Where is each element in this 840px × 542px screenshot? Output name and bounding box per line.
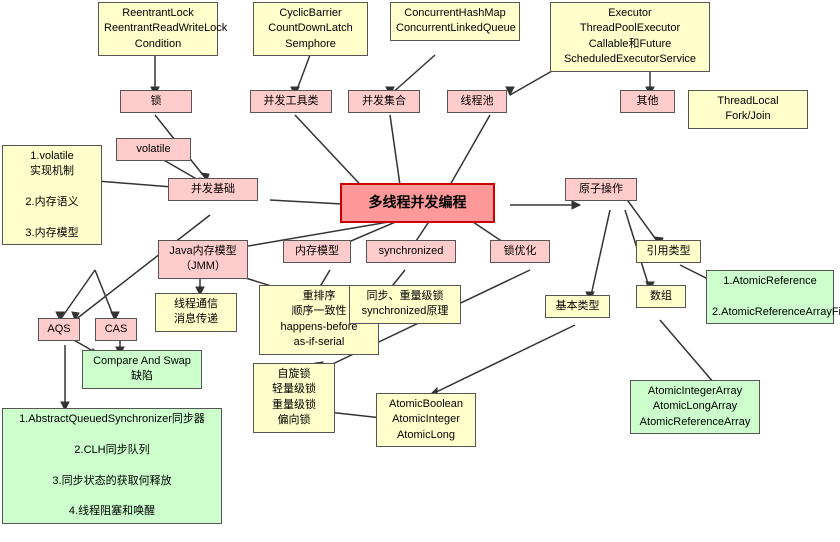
thread-pool-node: 线程池 [447,90,507,113]
ref-type-node: 引用类型 [636,240,701,263]
basic-type-node: 基本类型 [545,295,610,318]
diagram: ReentrantLockReentrantReadWriteLockCondi… [0,0,840,542]
reentrant-node: ReentrantLockReentrantReadWriteLockCondi… [98,2,218,56]
concurrent-tools-node: 并发工具类 [250,90,332,113]
sync-heavy-node: 同步、重量级锁synchronized原理 [349,285,461,324]
concurrent-base-node: 并发基础 [168,178,258,201]
lock-node: 锁 [120,90,192,113]
volatile-node: volatile [116,138,191,161]
volatile-list-node: 1.volatile实现机制2.内存语义3.内存模型 [2,145,102,245]
lock-opt-node: 锁优化 [490,240,550,263]
atomic-ref-node: 1.AtomicReference2.AtomicReferenceArrayF… [706,270,834,324]
aqs-list-node: 1.AbstractQueuedSynchronizer同步器2.CLH同步队列… [2,408,222,524]
other-node: 其他 [620,90,675,113]
thread-comm-node: 线程通信消息传递 [155,293,237,332]
atomic-ops-node: 原子操作 [565,178,637,201]
aqs-node: AQS [38,318,80,341]
threadlocal-node: ThreadLocalFork/Join [688,90,808,129]
synchronized-node: synchronized [366,240,456,263]
cyclic-node: CyclicBarrierCountDownLatchSemphore [253,2,368,56]
executor-node: ExecutorThreadPoolExecutorCallable和Futur… [550,2,710,72]
jmm-node: Java内存模型（JMM） [158,240,248,279]
spin-lock-node: 自旋锁轻量级锁重量级锁偏向锁 [253,363,335,433]
array-node: 数组 [636,285,686,308]
concurrent-collection-node: 并发集合 [348,90,420,113]
main-node: 多线程并发编程 [340,183,495,223]
atomic-bool-node: AtomicBooleanAtomicIntegerAtomicLong [376,393,476,447]
compare-swap-node: Compare And Swap缺陷 [82,350,202,389]
cas-node: CAS [95,318,137,341]
memory-model-node: 内存模型 [283,240,351,263]
atomic-int-array-node: AtomicIntegerArrayAtomicLongArrayAtomicR… [630,380,760,434]
concurrent-node: ConcurrentHashMapConcurrentLinkedQueue [390,2,520,41]
